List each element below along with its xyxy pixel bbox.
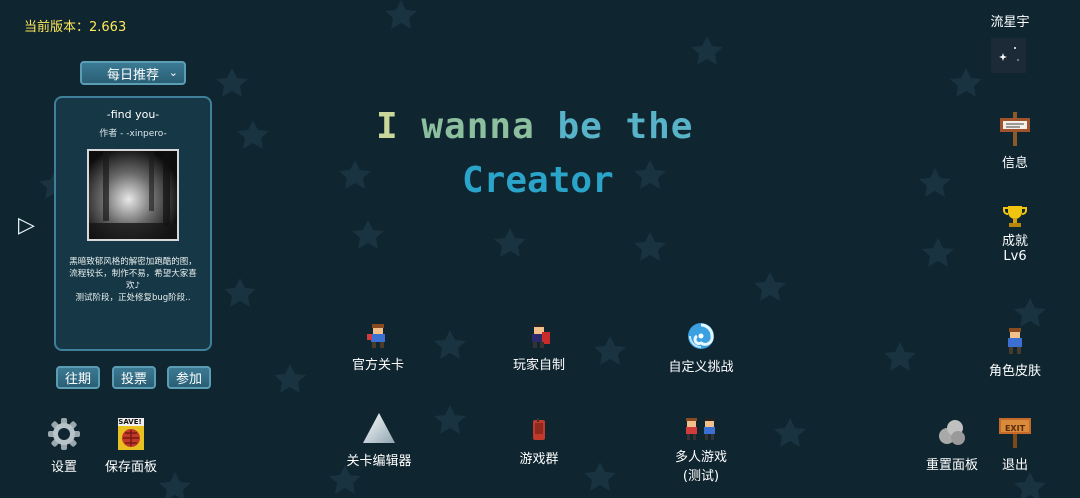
level-editor-button[interactable]: 关卡编辑器	[343, 412, 415, 469]
featured-thumbnail	[87, 149, 179, 241]
sparkle-icon	[999, 47, 1019, 61]
player-made-button[interactable]: 玩家自制	[509, 324, 569, 373]
kid-character-icon	[367, 324, 385, 348]
multiplayer-label: 多人游戏	[674, 450, 727, 465]
past-button[interactable]: 往期	[56, 366, 100, 389]
vote-button[interactable]: 投票	[112, 366, 156, 389]
game-group-button[interactable]: 游戏群	[509, 418, 569, 467]
character-skin-icon	[1008, 328, 1022, 354]
save-sign-text: SAVE!	[118, 418, 142, 426]
achievement-label: 成就	[1001, 234, 1028, 249]
settings-button[interactable]: 设置	[44, 418, 84, 475]
game-title-line2: Creator	[462, 160, 614, 201]
achievement-button[interactable]: 成就 Lv6	[992, 204, 1038, 264]
character-skin-button[interactable]: 角色皮肤	[984, 328, 1046, 379]
featured-description: 黑暗致郁风格的解密加跑酷的图，流程较长，制作不易，希望大家喜欢♪ 测试阶段，正处…	[69, 257, 197, 303]
triangle-spike-icon	[363, 413, 395, 443]
game-title-line1: I wanna be the	[376, 106, 694, 147]
multiplayer-test-label: (测试)	[682, 469, 720, 484]
exit-sign-text: EXIT	[1004, 424, 1026, 433]
featured-title: -find you-	[106, 108, 160, 121]
reset-panel-button[interactable]: 重置面板	[924, 418, 980, 473]
join-button[interactable]: 参加	[167, 366, 211, 389]
swirl-portal-icon	[688, 323, 714, 349]
info-button[interactable]: 信息	[994, 112, 1036, 171]
trophy-icon	[1003, 206, 1027, 227]
official-levels-button[interactable]: 官方关卡	[348, 324, 408, 373]
version-label: 当前版本：2.663	[24, 20, 127, 35]
play-arrow-icon[interactable]: ▷	[18, 213, 35, 238]
multiplayer-button[interactable]: 多人游戏 (测试)	[664, 418, 738, 484]
smoke-cloud-icon	[939, 420, 965, 445]
meteor-button[interactable]	[991, 38, 1026, 73]
dropdown-label: 每日推荐	[106, 67, 159, 83]
level-label: Lv6	[1003, 249, 1027, 264]
gear-icon	[48, 418, 80, 450]
custom-challenge-button[interactable]: 自定义挑战	[665, 322, 737, 375]
save-panel-button[interactable]: 保存面板	[102, 418, 160, 475]
featured-author: 作者 - -xinpero-	[99, 129, 167, 139]
phone-icon	[533, 418, 545, 440]
signboard-icon	[1000, 112, 1030, 146]
chevron-down-icon: ⌄	[168, 66, 178, 79]
featured-level-panel[interactable]: -find you- 作者 - -xinpero- 黑暗致郁风格的解密加跑酷的图…	[54, 96, 212, 351]
two-characters-icon	[686, 418, 715, 440]
caped-character-icon	[532, 324, 550, 348]
meteor-label: 流星宇	[990, 15, 1030, 30]
recommend-dropdown[interactable]: 每日推荐 ⌄	[80, 61, 186, 85]
